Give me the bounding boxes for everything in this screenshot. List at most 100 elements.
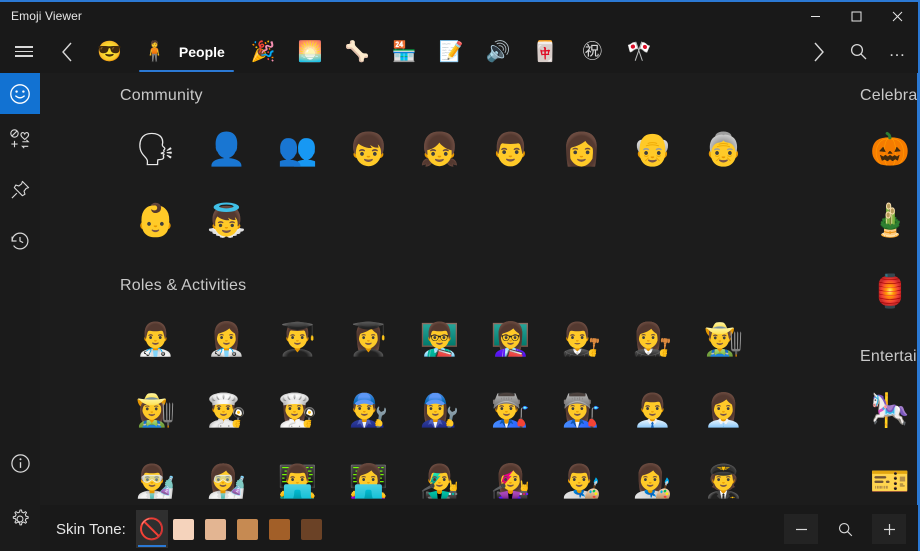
gear-icon [12,508,29,525]
skin-tone-chip [237,518,259,540]
rail-item-pinned[interactable] [0,169,40,210]
emoji-older-woman[interactable]: 👵 [688,113,759,184]
emoji-man[interactable]: 👨 [475,113,546,184]
zoom-reset-search-icon[interactable] [828,514,862,544]
emoji-woman-technologist[interactable]: 👩‍💻 [333,445,404,505]
left-navigation-rail [0,73,40,551]
skin-tone-light[interactable] [168,510,200,548]
skin-tone-label: Skin Tone: [56,520,126,538]
emoji-man-student[interactable]: 👨‍🎓 [262,303,333,374]
column-divider [917,73,918,505]
zoom-out-button[interactable] [784,514,818,544]
tab-smileys[interactable]: 😎 [86,30,133,73]
emoji-woman-student[interactable]: 👩‍🎓 [333,303,404,374]
emoji-man-health-worker[interactable]: 👨‍⚕️ [120,303,191,374]
emoji-carousel-horse[interactable]: 🎠 [860,374,918,445]
tab-flags[interactable]: 🎌 [616,30,663,73]
emoji-woman-cook[interactable]: 👩‍🍳 [262,374,333,445]
tab-kaomoji[interactable]: 🀄 [522,30,569,73]
tab-food[interactable]: 🦴 [334,30,381,73]
emoji-row: 🗣 👤 👥 👦 👧 👨 👩 👴 👵 [120,113,780,184]
minimize-button[interactable] [795,2,836,30]
emoji-boy[interactable]: 👦 [333,113,404,184]
emoji-ticket[interactable]: 🎫 [860,445,918,505]
emoji-older-man[interactable]: 👴 [617,113,688,184]
ellipsis-glyph: … [888,41,908,61]
menu-icon[interactable] [0,30,48,73]
command-bar-right: … [798,30,918,73]
emoji-girl[interactable]: 👧 [404,113,475,184]
emoji-woman-scientist[interactable]: 👩‍🔬 [191,445,262,505]
emoji-man-mechanic[interactable]: 👨‍🔧 [333,374,404,445]
tab-objects[interactable]: 🏪 [381,30,428,73]
menu-bar-1 [15,46,33,48]
emoji-busts-in-silhouette[interactable]: 👥 [262,113,333,184]
emoji-baby[interactable]: 👶 [120,184,191,255]
emoji-woman-health-worker[interactable]: 👩‍⚕️ [191,303,262,374]
title-bar: Emoji Viewer [0,2,918,30]
rail-item-symbols[interactable] [0,118,40,159]
emoji-man-teacher[interactable]: 👨‍🏫 [404,303,475,374]
emoji-row: 🏮 [860,255,918,326]
emoji-woman-mechanic[interactable]: 👩‍🔧 [404,374,475,445]
more-options-icon[interactable]: … [878,30,918,73]
tab-ideographs[interactable]: ㊗ [569,30,616,73]
emoji-grid-content[interactable]: Community 🗣 👤 👥 👦 👧 👨 👩 👴 👵 👶 👼 Roles & Activities 👨‍… [40,73,918,505]
speaker-icon: 🔊 [485,40,511,63]
rail-item-settings[interactable] [0,498,40,539]
emoji-man-office-worker[interactable]: 👨‍💼 [617,374,688,445]
emoji-woman-singer[interactable]: 👩‍🎤 [475,445,546,505]
emoji-pilot[interactable]: 🧑‍✈️ [688,445,759,505]
skin-tone-medium[interactable] [232,510,264,548]
emoji-row: 👶 👼 [120,184,780,255]
skin-tone-dark[interactable] [296,510,328,548]
emoji-man-technologist[interactable]: 👨‍💻 [262,445,333,505]
back-chevron-icon[interactable] [48,30,86,73]
emoji-woman-judge[interactable]: 👩‍⚖️ [617,303,688,374]
smiley-face-icon [10,83,30,104]
emoji-man-judge[interactable]: 👨‍⚖️ [546,303,617,374]
emoji-speaking-head[interactable]: 🗣 [120,113,191,184]
close-button[interactable] [877,2,918,30]
skin-tone-medium-light[interactable] [200,510,232,548]
zoom-in-button[interactable] [872,514,906,544]
tab-people[interactable]: 🧍 People [133,30,240,73]
section-title: Celebration [860,87,918,104]
emoji-woman-teacher[interactable]: 👩‍🏫 [475,303,546,374]
rail-item-info[interactable] [0,443,40,484]
tab-symbols[interactable]: 📝 [428,30,475,73]
search-icon[interactable] [838,30,878,73]
emoji-man-factory-worker[interactable]: 👨‍🏭 [475,374,546,445]
emoji-red-paper-lantern[interactable]: 🏮 [860,255,918,326]
maximize-button[interactable] [836,2,877,30]
tab-sound[interactable]: 🔊 [475,30,522,73]
emoji-jack-o-lantern[interactable]: 🎃 [860,113,918,184]
section-title: Community [120,87,203,104]
emoji-man-cook[interactable]: 👨‍🍳 [191,374,262,445]
info-circle-icon [10,454,30,473]
emoji-man-farmer[interactable]: 👨‍🌾 [688,303,759,374]
emoji-pine-decoration[interactable]: 🎍 [860,184,918,255]
emoji-man-artist[interactable]: 👨‍🎨 [546,445,617,505]
emoji-man-scientist[interactable]: 👨‍🔬 [120,445,191,505]
emoji-bust-in-silhouette[interactable]: 👤 [191,113,262,184]
tab-celebration[interactable]: 🎉 [240,30,287,73]
tab-nature[interactable]: 🌅 [287,30,334,73]
forward-chevron-icon[interactable] [798,30,838,73]
skin-tone-none[interactable]: 🚫 [135,510,168,548]
emoji-woman-office-worker[interactable]: 👩‍💼 [688,374,759,445]
window-title: Emoji Viewer [11,9,83,23]
symbols-icon [10,128,30,149]
emoji-woman-artist[interactable]: 👩‍🎨 [617,445,688,505]
emoji-man-singer[interactable]: 👨‍🎤 [404,445,475,505]
mahjong-tile-icon: 🀄 [532,40,558,63]
emoji-baby-angel[interactable]: 👼 [191,184,262,255]
emoji-woman-factory-worker[interactable]: 👩‍🏭 [546,374,617,445]
emoji-woman-farmer[interactable]: 👩‍🌾 [120,374,191,445]
rail-item-recent[interactable] [0,220,40,261]
rail-item-emoji[interactable] [0,73,40,114]
skin-tone-medium-dark[interactable] [264,510,296,548]
skin-tone-chip [173,518,195,540]
emoji-woman[interactable]: 👩 [546,113,617,184]
emoji-column-primary: Community 🗣 👤 👥 👦 👧 👨 👩 👴 👵 👶 👼 Roles & Activities 👨‍… [40,73,780,505]
